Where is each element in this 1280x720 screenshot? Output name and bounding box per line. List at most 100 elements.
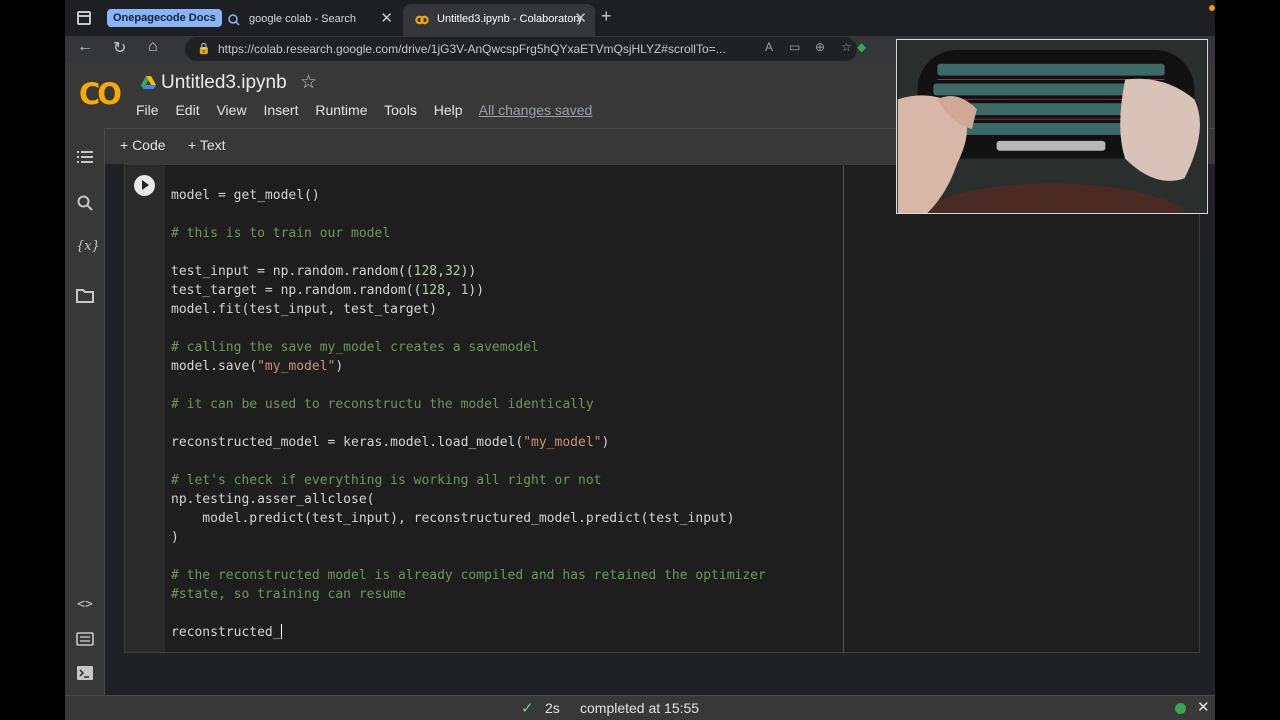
close-icon[interactable]: ✕	[1197, 698, 1210, 716]
google-drive-icon	[141, 76, 156, 89]
folder-icon[interactable]	[76, 286, 94, 304]
execution-status[interactable]: completed at 15:55	[580, 700, 699, 716]
extension-shield-icon[interactable]: ◆	[857, 40, 866, 54]
status-bar: ✓ 2s completed at 15:55 ✕	[65, 695, 1215, 720]
url-text: https://colab.research.google.com/drive/…	[218, 42, 726, 56]
code-token: np.testing.asser_allclose(	[171, 492, 375, 507]
code-line: # let's check if everything is working a…	[171, 471, 766, 490]
code-number: 128	[413, 264, 438, 279]
code-token: ,	[444, 283, 461, 298]
menu-help[interactable]: Help	[434, 102, 463, 118]
code-line: # the reconstructed model is already com…	[171, 566, 766, 585]
tab-label: Untitled3.ipynb - Colaboratory	[437, 13, 583, 25]
code-line: # this is to train our model	[171, 224, 766, 243]
cell-gutter	[125, 165, 165, 652]
code-token: reconstructed_	[171, 625, 281, 640]
search-icon[interactable]	[76, 194, 94, 212]
code-number: 128	[421, 283, 445, 298]
code-token: ))	[460, 264, 477, 279]
recording-indicator	[1209, 5, 1215, 11]
menu-runtime[interactable]: Runtime	[315, 102, 367, 118]
code-line: # it can be used to reconstructu the mod…	[171, 395, 766, 414]
close-tab-icon[interactable]: ✕	[574, 4, 587, 34]
colab-favicon-icon	[415, 15, 429, 25]
left-sidebar-rail: {x} <>	[65, 128, 105, 695]
code-line: # calling the save my_model creates a sa…	[171, 338, 766, 357]
star-notebook-icon[interactable]: ☆	[300, 71, 317, 94]
terminal-icon[interactable]	[76, 664, 94, 682]
code-editor[interactable]: model = get_model() # this is to train ou…	[171, 186, 766, 642]
code-token: )	[171, 530, 179, 545]
menu-view[interactable]: View	[216, 102, 246, 118]
save-status-link[interactable]: All changes saved	[479, 102, 593, 118]
browser-tab-bar: Onepagecode Docs google colab - Search ✕…	[65, 0, 1215, 36]
notebook-title[interactable]: Untitled3.ipynb	[161, 72, 287, 94]
code-line: #state, so training can resume	[171, 585, 766, 604]
close-tab-icon[interactable]: ✕	[380, 4, 393, 34]
window-menu-icon[interactable]	[77, 11, 91, 25]
tab-label: google colab - Search	[249, 13, 357, 25]
back-arrow-icon[interactable]: ←	[77, 38, 93, 56]
code-token: )	[601, 435, 610, 450]
tab-colaboratory[interactable]: Untitled3.ipynb - Colaboratory ✕	[403, 4, 595, 36]
reload-icon[interactable]: ↻	[113, 38, 126, 58]
code-line: test_target = np.random.random((128, 1))	[171, 281, 766, 300]
code-line: test_input = np.random.random((128,32))	[171, 262, 766, 281]
menu-insert[interactable]: Insert	[263, 102, 298, 118]
code-line: reconstructed_model = keras.model.load_m…	[171, 433, 766, 452]
code-line: model = get_model()	[171, 186, 766, 205]
line-length-ruler	[843, 165, 844, 652]
new-tab-icon[interactable]: +	[601, 6, 612, 27]
code-comment: #state, so training can resume	[171, 587, 406, 602]
zoom-icon[interactable]: ⊕	[815, 40, 825, 54]
code-snippets-icon[interactable]: <>	[76, 596, 94, 614]
code-comment: # this is to train our model	[171, 226, 391, 241]
tab-google-search[interactable]: google colab - Search ✕	[215, 4, 401, 36]
run-cell-button[interactable]	[134, 175, 155, 196]
table-of-contents-icon[interactable]	[76, 148, 94, 166]
code-comment: # let's check if everything is working a…	[171, 473, 602, 488]
code-token: ))	[468, 283, 485, 298]
code-token: model.predict(test_input), reconstructur…	[171, 511, 735, 526]
menu-edit[interactable]: Edit	[175, 102, 199, 118]
variables-icon[interactable]: {x}	[76, 238, 100, 256]
menu-tools[interactable]: Tools	[384, 102, 417, 118]
runtime-connected-indicator[interactable]	[1175, 703, 1186, 714]
code-token: reconstructed_model = keras.model.load_m…	[171, 435, 524, 450]
code-line: model.fit(test_input, test_target)	[171, 300, 766, 319]
code-token: ,	[437, 264, 445, 279]
app-icon[interactable]: ▭	[789, 40, 800, 54]
add-code-cell-button[interactable]: + Code	[120, 137, 166, 153]
code-comment: # it can be used to reconstructu the mod…	[171, 397, 594, 412]
text-caret	[280, 624, 282, 639]
code-line: np.testing.asser_allclose(	[171, 490, 766, 509]
code-number: 32	[444, 264, 461, 279]
code-cell[interactable]: model = get_model() # this is to train ou…	[124, 164, 1200, 653]
code-token: test_input = np.random.random((	[171, 264, 414, 279]
menu-bar: File Edit View Insert Runtime Tools Help…	[136, 102, 605, 118]
code-comment: # the reconstructed model is already com…	[171, 568, 766, 583]
code-line: )	[171, 528, 766, 547]
code-token: )	[335, 359, 344, 374]
read-aloud-icon[interactable]: A	[765, 40, 773, 54]
add-text-cell-button[interactable]: + Text	[188, 137, 226, 153]
tab-group-label[interactable]: Onepagecode Docs	[107, 9, 222, 27]
favorite-star-icon[interactable]: ☆	[841, 40, 852, 54]
code-token: model = get_model()	[171, 188, 320, 203]
home-icon[interactable]: ⌂	[148, 38, 158, 56]
search-icon	[228, 14, 240, 26]
menu-file[interactable]: File	[136, 102, 159, 118]
url-field[interactable]: 🔒 https://colab.research.google.com/driv…	[185, 37, 857, 61]
colab-logo[interactable]: CO	[79, 77, 122, 111]
lock-icon: 🔒	[197, 43, 211, 55]
code-token: model.fit(test_input, test_target)	[171, 302, 438, 317]
code-line: model.save("my_model")	[171, 357, 766, 376]
command-palette-icon[interactable]	[76, 630, 94, 648]
